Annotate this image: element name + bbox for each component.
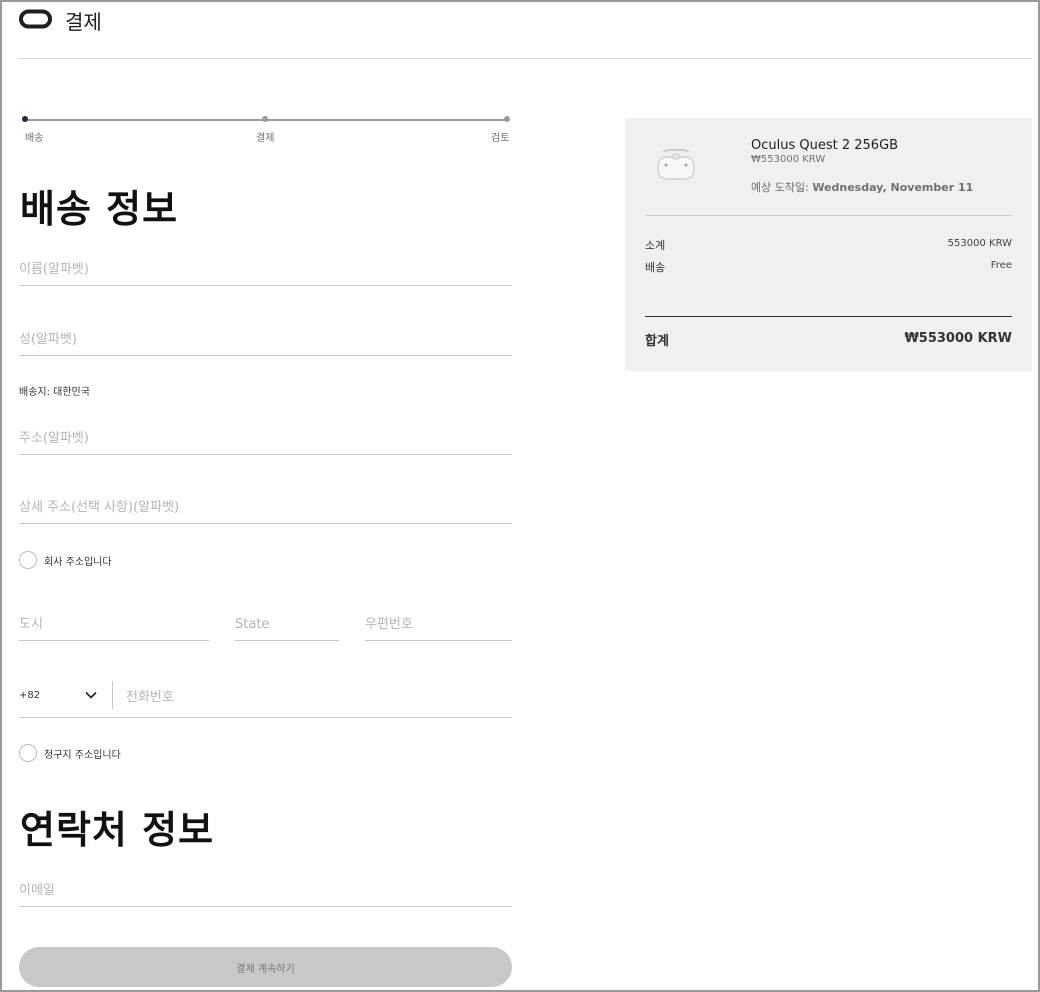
eta-label: 예상 도착일: <box>751 181 809 194</box>
shipping-cost-value: Free <box>990 260 1012 271</box>
first-name-field <box>19 255 512 286</box>
oculus-logo-icon[interactable] <box>19 9 52 29</box>
checkbox-circle-icon[interactable] <box>19 744 37 762</box>
subtotal-label: 소계 <box>645 239 666 252</box>
step-label-payment[interactable]: 결제 <box>256 129 274 144</box>
step-dot-shipping <box>22 116 28 122</box>
contact-section-title: 연락처 정보 <box>20 808 215 852</box>
product-price: ₩553000 KRW <box>751 154 826 165</box>
step-dot-review <box>504 116 510 122</box>
phone-divider <box>112 681 113 709</box>
company-address-label: 회사 주소입니다 <box>44 556 112 568</box>
state-input[interactable] <box>235 617 339 632</box>
total-label: 합계 <box>645 334 669 349</box>
shipping-country-label: 배송지: 대한민국 <box>19 387 90 398</box>
checkbox-circle-icon[interactable] <box>19 551 37 569</box>
shipping-cost-label: 배송 <box>645 261 666 274</box>
shipping-section-title: 배송 정보 <box>20 187 179 231</box>
billing-address-label: 청구지 주소입니다 <box>44 749 121 761</box>
order-summary: Oculus Quest 2 256GB ₩553000 KRW 예상 도착일:… <box>625 118 1032 371</box>
city-field <box>19 610 209 641</box>
first-name-input[interactable] <box>19 262 512 277</box>
last-name-field <box>19 325 512 356</box>
chevron-down-icon <box>85 691 97 699</box>
country-code-value: +82 <box>19 689 41 701</box>
email-input[interactable] <box>19 883 512 898</box>
step-label-shipping[interactable]: 배송 <box>25 129 43 144</box>
billing-address-checkbox[interactable]: 청구지 주소입니다 <box>19 743 121 763</box>
city-input[interactable] <box>19 617 209 632</box>
stepper-line <box>265 119 507 121</box>
summary-divider <box>645 215 1012 216</box>
subtotal-value: 553000 KRW <box>947 238 1012 249</box>
header-divider <box>18 58 1032 59</box>
phone-number-input[interactable] <box>126 690 512 705</box>
postal-code-field <box>365 610 512 641</box>
page-title: 결제 <box>65 10 102 34</box>
last-name-input[interactable] <box>19 332 512 347</box>
total-divider <box>645 316 1012 317</box>
headset-product-image <box>657 148 695 180</box>
company-address-checkbox[interactable]: 회사 주소입니다 <box>19 550 112 570</box>
address2-input[interactable] <box>19 500 512 515</box>
address-input[interactable] <box>19 431 512 446</box>
continue-to-payment-button[interactable]: 결제 계속하기 <box>19 947 512 987</box>
step-label-review[interactable]: 검토 <box>491 129 509 144</box>
phone-number-field <box>126 683 512 713</box>
step-dot-payment <box>262 116 268 122</box>
email-field <box>19 876 512 907</box>
state-field <box>235 610 339 641</box>
stepper-line <box>25 119 265 121</box>
total-value: ₩553000 KRW <box>904 331 1012 346</box>
postal-code-input[interactable] <box>365 617 512 632</box>
estimated-delivery: 예상 도착일: Wednesday, November 11 <box>751 179 973 195</box>
address2-field <box>19 493 512 524</box>
country-code-select[interactable]: +82 <box>19 680 99 710</box>
eta-date: Wednesday, November 11 <box>812 181 974 194</box>
product-name: Oculus Quest 2 256GB <box>751 138 899 153</box>
address-field <box>19 424 512 455</box>
